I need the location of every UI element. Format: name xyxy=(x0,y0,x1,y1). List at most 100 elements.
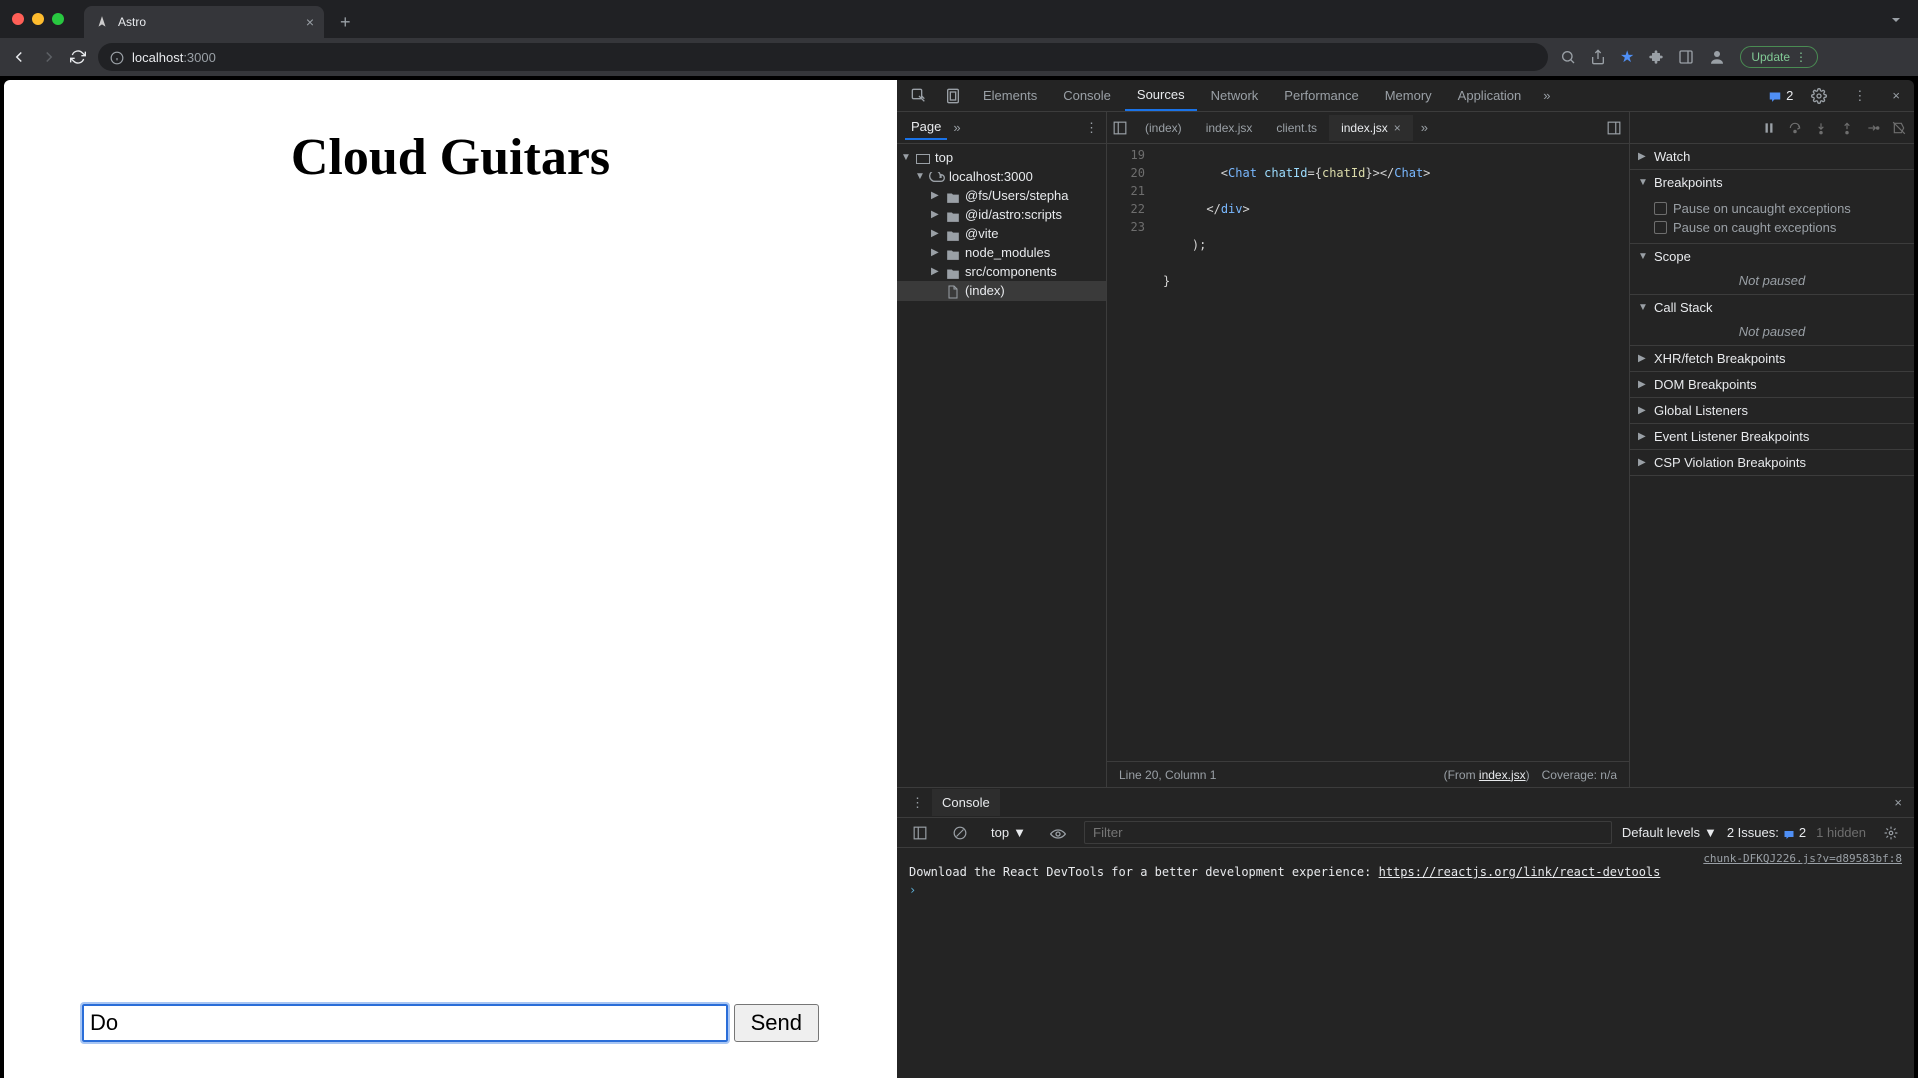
close-devtools-icon[interactable]: × xyxy=(1884,88,1908,103)
deactivate-breakpoints-icon[interactable] xyxy=(1892,120,1906,136)
tab-application[interactable]: Application xyxy=(1446,81,1534,110)
hidden-count[interactable]: 1 hidden xyxy=(1816,825,1866,840)
toggle-debugger-icon[interactable] xyxy=(1599,120,1629,136)
send-button[interactable]: Send xyxy=(734,1004,819,1042)
console-sidebar-icon[interactable] xyxy=(905,825,935,841)
csp-breakpoints-section[interactable]: ▶CSP Violation Breakpoints xyxy=(1630,450,1914,475)
console-source-link[interactable]: chunk-DFKQJ226.js?v=d89583bf:8 xyxy=(909,852,1902,865)
console-url-link[interactable]: https://reactjs.org/link/react-devtools xyxy=(1379,865,1661,879)
debugger-sidebar: ▶Watch ▼Breakpoints Pause on uncaught ex… xyxy=(1629,112,1914,787)
minimize-window-button[interactable] xyxy=(32,13,44,25)
chat-input[interactable] xyxy=(82,1004,728,1042)
clear-console-icon[interactable] xyxy=(945,825,975,841)
global-listeners-section[interactable]: ▶Global Listeners xyxy=(1630,398,1914,423)
reload-button[interactable] xyxy=(70,48,86,66)
back-button[interactable] xyxy=(10,48,28,66)
tree-folder[interactable]: ▶ @vite xyxy=(897,224,1106,243)
dom-breakpoints-section[interactable]: ▶DOM Breakpoints xyxy=(1630,372,1914,397)
browser-tab-strip: Astro × + xyxy=(0,0,1918,38)
drawer-menu-icon[interactable]: ⋮ xyxy=(903,795,932,811)
breakpoints-section[interactable]: ▼Breakpoints xyxy=(1630,170,1914,195)
step-icon[interactable] xyxy=(1866,120,1880,136)
step-into-icon[interactable] xyxy=(1814,120,1828,136)
window-controls xyxy=(12,13,64,25)
xhr-breakpoints-section[interactable]: ▶XHR/fetch Breakpoints xyxy=(1630,346,1914,371)
editor-tab-active[interactable]: index.jsx × xyxy=(1329,115,1413,141)
device-toolbar-icon[interactable] xyxy=(937,87,969,104)
tab-network[interactable]: Network xyxy=(1199,81,1271,110)
console-context-selector[interactable]: top ▼ xyxy=(985,823,1032,842)
editor-tab[interactable]: (index) xyxy=(1133,115,1194,141)
toggle-navigator-icon[interactable] xyxy=(1113,120,1127,136)
coverage-status: Coverage: n/a xyxy=(1542,768,1617,782)
more-nav-tabs-icon[interactable]: » xyxy=(953,120,960,135)
close-tab-icon[interactable]: × xyxy=(306,14,314,30)
cursor-position: Line 20, Column 1 xyxy=(1119,768,1216,782)
pause-button[interactable] xyxy=(1762,120,1776,136)
site-info-icon[interactable] xyxy=(110,49,124,65)
tab-performance[interactable]: Performance xyxy=(1272,81,1370,110)
tree-folder[interactable]: ▶ @id/astro:scripts xyxy=(897,205,1106,224)
source-link[interactable]: index.jsx xyxy=(1479,768,1526,782)
step-out-icon[interactable] xyxy=(1840,120,1854,136)
cloud-icon xyxy=(929,169,945,184)
browser-tab[interactable]: Astro × xyxy=(84,6,324,38)
event-listener-breakpoints-section[interactable]: ▶Event Listener Breakpoints xyxy=(1630,424,1914,449)
pause-caught-checkbox[interactable]: Pause on caught exceptions xyxy=(1654,218,1906,237)
tree-folder[interactable]: ▶ src/components xyxy=(897,262,1106,281)
step-over-icon[interactable] xyxy=(1788,120,1802,136)
extensions-icon[interactable] xyxy=(1648,48,1664,66)
callstack-section[interactable]: ▼Call Stack xyxy=(1630,295,1914,320)
url-text: localhost:3000 xyxy=(132,50,216,65)
close-window-button[interactable] xyxy=(12,13,24,25)
kebab-menu-icon[interactable]: ⋮ xyxy=(1845,88,1874,104)
tab-memory[interactable]: Memory xyxy=(1373,81,1444,110)
close-drawer-icon[interactable]: × xyxy=(1888,795,1908,810)
code-content: <Chat chatId={chatId}></Chat> </div> ); … xyxy=(1155,144,1629,761)
console-filter-input[interactable] xyxy=(1084,821,1612,844)
share-icon[interactable] xyxy=(1590,48,1606,66)
console-issues-badge[interactable]: 2 Issues: 2 xyxy=(1727,825,1806,840)
editor-tab[interactable]: index.jsx xyxy=(1194,115,1265,141)
inspect-icon[interactable] xyxy=(903,87,935,104)
bookmark-icon[interactable]: ★ xyxy=(1620,47,1634,67)
live-expression-icon[interactable] xyxy=(1042,825,1074,840)
tree-folder[interactable]: ▶ @fs/Users/stepha xyxy=(897,186,1106,205)
new-tab-button[interactable]: + xyxy=(332,12,359,33)
zoom-icon[interactable] xyxy=(1560,48,1576,66)
tree-host[interactable]: ▼ localhost:3000 xyxy=(897,167,1106,186)
tab-elements[interactable]: Elements xyxy=(971,81,1049,110)
drawer-console-tab[interactable]: Console xyxy=(932,789,1000,816)
code-editor[interactable]: 19 20 21 22 23 <Chat chatId={chatId}></C… xyxy=(1107,144,1629,761)
scope-section[interactable]: ▼Scope xyxy=(1630,244,1914,269)
maximize-window-button[interactable] xyxy=(52,13,64,25)
issues-badge[interactable]: 2 xyxy=(1768,88,1793,104)
more-editor-tabs-icon[interactable]: » xyxy=(1413,120,1436,135)
settings-icon[interactable] xyxy=(1803,87,1835,104)
page-nav-tab[interactable]: Page xyxy=(905,115,947,140)
close-editor-tab-icon[interactable]: × xyxy=(1394,121,1401,135)
nav-menu-icon[interactable]: ⋮ xyxy=(1085,120,1098,136)
profile-icon[interactable] xyxy=(1708,48,1726,66)
tab-sources[interactable]: Sources xyxy=(1125,80,1197,111)
sidepanel-icon[interactable] xyxy=(1678,48,1694,66)
window-icon xyxy=(915,150,931,165)
folder-icon xyxy=(945,264,961,279)
console-settings-icon[interactable] xyxy=(1876,825,1906,841)
console-input-prompt[interactable]: › xyxy=(909,883,1902,897)
address-bar[interactable]: localhost:3000 xyxy=(98,43,1548,71)
tree-top[interactable]: ▼ top xyxy=(897,148,1106,167)
update-button[interactable]: Update ⋮ xyxy=(1740,46,1818,68)
more-tabs-icon[interactable]: » xyxy=(1535,88,1558,103)
tree-folder[interactable]: ▶ node_modules xyxy=(897,243,1106,262)
forward-button[interactable] xyxy=(40,48,58,66)
watch-section[interactable]: ▶Watch xyxy=(1630,144,1914,169)
pause-uncaught-checkbox[interactable]: Pause on uncaught exceptions xyxy=(1654,199,1906,218)
editor-tab[interactable]: client.ts xyxy=(1264,115,1329,141)
tab-console[interactable]: Console xyxy=(1051,81,1123,110)
source-from: (From index.jsx) xyxy=(1444,768,1530,782)
console-message: Download the React DevTools for a better… xyxy=(909,865,1902,879)
tab-overflow-icon[interactable] xyxy=(1890,12,1902,27)
tree-file-index[interactable]: (index) xyxy=(897,281,1106,301)
log-levels-selector[interactable]: Default levels ▼ xyxy=(1622,825,1717,840)
